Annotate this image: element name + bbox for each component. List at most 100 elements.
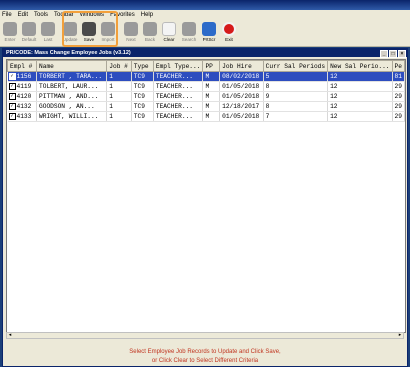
mass-change-window: PR/CODE: Mass Change Employee Jobs (v3.1… <box>2 48 408 367</box>
empl-number: 4119 <box>16 83 32 91</box>
empl-cell[interactable]: ✓ 1156 <box>7 71 38 82</box>
scroll-left-icon[interactable]: ◂ <box>7 333 13 338</box>
job-hire-cell: 12/18/2017 <box>219 101 264 112</box>
type-cell: TC9 <box>131 81 154 92</box>
print-screen-button[interactable]: PrtScr <box>200 22 218 42</box>
app-title-bar <box>0 0 410 10</box>
employee-jobs-table: Empl # Name Job # Type Empl Type... PP J… <box>7 60 405 122</box>
job-cell: 1 <box>106 81 132 92</box>
name-cell: WRIGHT, WILLI... <box>36 111 108 122</box>
curr-sal-periods-cell: 8 <box>263 81 329 92</box>
column-header[interactable]: Pe <box>391 60 405 72</box>
curr-sal-periods-cell: 7 <box>263 111 329 122</box>
new-sal-periods-cell: 12 <box>327 111 393 122</box>
printer-icon <box>202 22 216 36</box>
enter-label: Enter <box>4 37 16 42</box>
empl-number: 4133 <box>16 113 32 121</box>
pp-cell: M <box>202 81 221 92</box>
empl-number: 4120 <box>16 93 32 101</box>
exit-label: Exit <box>225 37 233 42</box>
column-header[interactable]: Empl Type... <box>152 60 204 72</box>
employee-jobs-grid: Empl # Name Job # Type Empl Type... PP J… <box>6 59 406 333</box>
name-cell: PITTMAN , AND... <box>36 91 108 102</box>
status-message-line-1: Select Employee Job Records to Update an… <box>129 349 281 355</box>
column-header[interactable]: PP <box>202 60 221 72</box>
back-label: Back <box>144 37 156 42</box>
back-button[interactable]: Back <box>141 22 159 42</box>
empl-type-cell: TEACHER... <box>153 91 204 102</box>
exit-button[interactable]: Exit <box>220 22 238 42</box>
job-cell: 1 <box>106 91 132 102</box>
save-highlight-annotation <box>62 11 118 47</box>
enter-button[interactable]: Enter <box>1 22 19 42</box>
row-checkbox[interactable]: ✓ <box>8 112 16 120</box>
maximize-icon[interactable]: □ <box>389 50 397 58</box>
name-cell: GOODSON , AN... <box>36 101 108 112</box>
column-header[interactable]: Job # <box>106 60 132 72</box>
column-header[interactable]: Curr Sal Periods <box>262 60 329 72</box>
job-hire-cell: 01/05/2018 <box>219 81 264 92</box>
empl-cell[interactable]: ✓ 4120 <box>7 91 38 102</box>
status-message: Select Employee Job Records to Update an… <box>3 348 407 366</box>
scroll-right-icon[interactable]: ▸ <box>397 333 403 338</box>
row-checkbox[interactable]: ✓ <box>8 82 16 90</box>
last-button[interactable]: Last <box>39 22 57 42</box>
empl-cell[interactable]: ✓ 4132 <box>7 101 38 112</box>
new-sal-periods-cell: 12 <box>327 91 393 102</box>
pp-cell: M <box>202 101 221 112</box>
new-sal-periods-cell: 12 <box>327 71 393 82</box>
menu-file[interactable]: File <box>2 12 12 18</box>
window-title: PR/CODE: Mass Change Employee Jobs (v3.1… <box>6 50 131 56</box>
row-checkbox[interactable]: ✓ <box>8 102 16 110</box>
table-row[interactable]: ✓ 1156 TORBERT , TARA... 1 TC9 TEACHER...… <box>7 71 405 82</box>
type-cell: TC9 <box>131 71 154 82</box>
curr-sal-periods-cell: 8 <box>263 101 329 112</box>
last-label: Last <box>43 37 53 42</box>
horizontal-scrollbar[interactable]: ◂ ▸ <box>6 332 404 339</box>
column-header[interactable]: Empl # <box>7 60 38 72</box>
column-header[interactable]: Name <box>36 60 108 72</box>
search-label: Search <box>181 37 197 42</box>
job-cell: 1 <box>106 111 132 122</box>
table-row[interactable]: ✓ 4132 GOODSON , AN... 1 TC9 TEACHER... M… <box>7 101 405 112</box>
column-header[interactable]: Type <box>130 60 154 72</box>
enter-icon <box>3 22 17 36</box>
print-screen-label: PrtScr <box>202 37 216 42</box>
clear-label: Clear <box>163 37 175 42</box>
type-cell: TC9 <box>131 111 154 122</box>
empl-cell[interactable]: ✓ 4133 <box>7 111 38 122</box>
empl-cell[interactable]: ✓ 4119 <box>7 81 38 92</box>
pp-cell: M <box>202 111 221 122</box>
clear-button[interactable]: Clear <box>160 22 178 42</box>
menu-tools[interactable]: Tools <box>34 12 48 18</box>
table-header-row: Empl # Name Job # Type Empl Type... PP J… <box>7 60 405 72</box>
row-checkbox[interactable]: ✓ <box>8 72 16 80</box>
job-cell: 1 <box>106 101 132 112</box>
search-icon <box>182 22 196 36</box>
minimize-icon[interactable]: _ <box>380 50 388 58</box>
curr-sal-periods-cell: 5 <box>263 71 329 82</box>
menu-edit[interactable]: Edit <box>18 12 28 18</box>
search-button[interactable]: Search <box>180 22 198 42</box>
back-icon <box>143 22 157 36</box>
job-cell: 1 <box>106 71 132 82</box>
column-header[interactable]: Job Hire <box>219 60 264 72</box>
last-icon <box>41 22 55 36</box>
empl-type-cell: TEACHER... <box>153 71 204 82</box>
clear-icon <box>162 22 176 36</box>
pe-cell: 81 <box>392 71 405 82</box>
pp-cell: M <box>202 71 221 82</box>
default-button[interactable]: Default <box>20 22 38 42</box>
job-hire-cell: 08/02/2018 <box>219 71 264 82</box>
close-icon[interactable]: × <box>398 50 406 58</box>
menu-help[interactable]: Help <box>141 12 153 18</box>
table-row[interactable]: ✓ 4133 WRIGHT, WILLI... 1 TC9 TEACHER... … <box>7 111 405 122</box>
empl-number: 1156 <box>16 73 32 81</box>
table-row[interactable]: ✓ 4120 PITTMAN , AND... 1 TC9 TEACHER... … <box>7 91 405 102</box>
row-checkbox[interactable]: ✓ <box>8 92 16 100</box>
status-message-line-2: or Click Clear to Select Different Crite… <box>151 358 259 364</box>
column-header[interactable]: New Sal Perio... <box>327 60 393 72</box>
pp-cell: M <box>202 91 221 102</box>
next-button[interactable]: Next <box>122 22 140 42</box>
table-row[interactable]: ✓ 4119 TOLBERT, LAUR... 1 TC9 TEACHER... … <box>7 81 405 92</box>
